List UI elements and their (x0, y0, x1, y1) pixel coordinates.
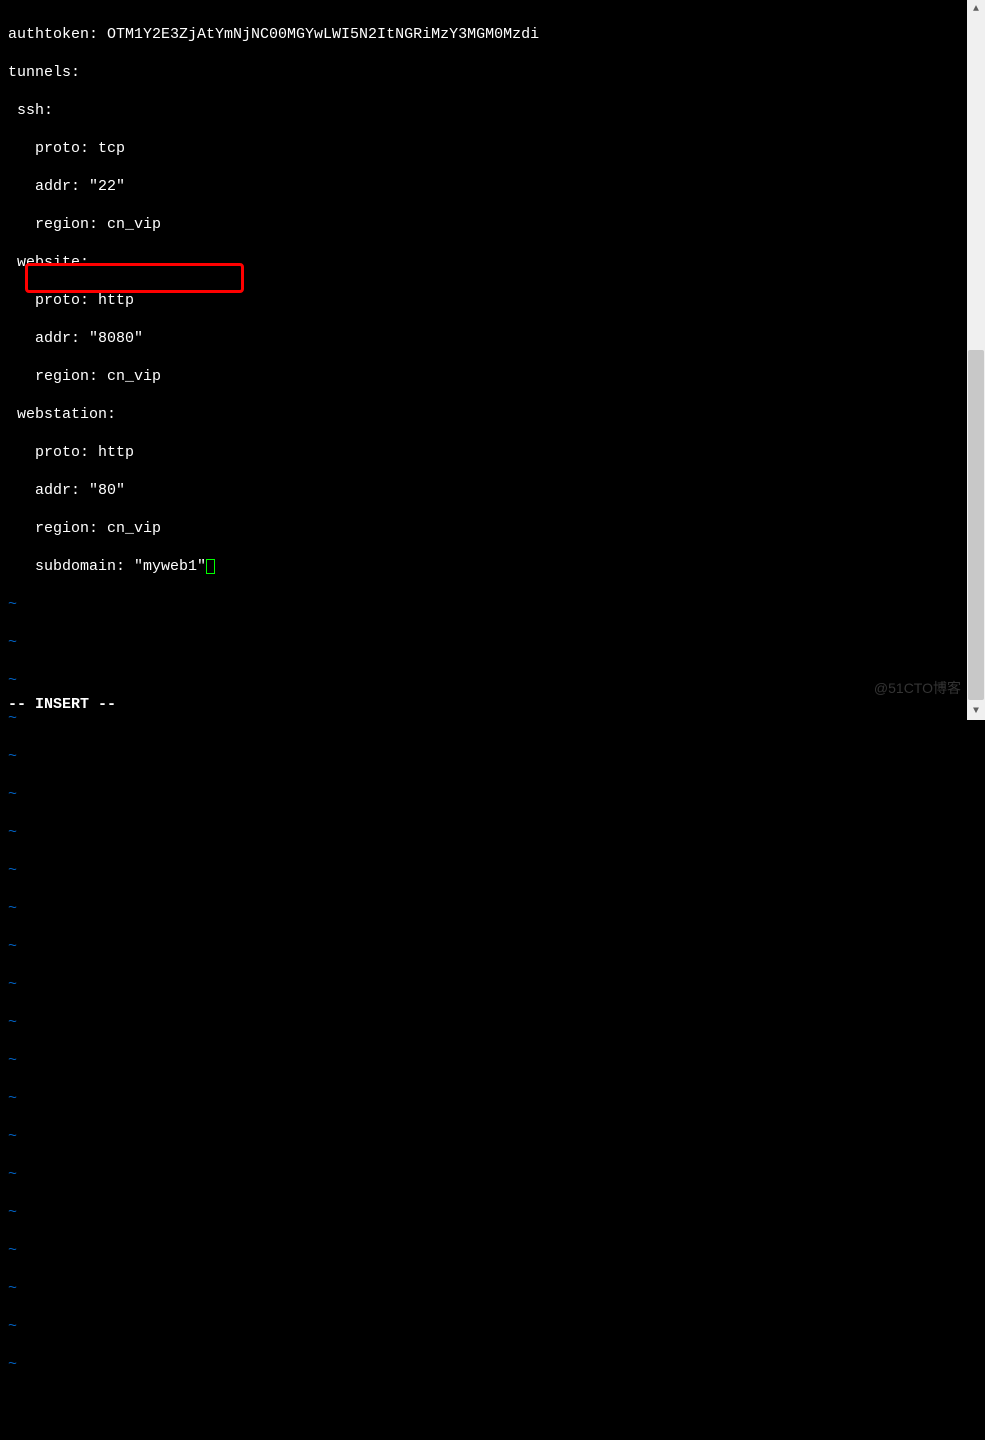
empty-line-tilde: ~ (8, 709, 959, 728)
config-line-webstation-proto: proto: http (8, 443, 959, 462)
empty-line-tilde: ~ (8, 595, 959, 614)
empty-line-tilde: ~ (8, 747, 959, 766)
config-line-webstation-region: region: cn_vip (8, 519, 959, 538)
config-line-website-proto: proto: http (8, 291, 959, 310)
scroll-down-arrow[interactable]: ▼ (967, 702, 985, 720)
config-line-ssh-addr: addr: "22" (8, 177, 959, 196)
vim-mode-status: -- INSERT -- (8, 695, 116, 714)
empty-line-tilde: ~ (8, 1165, 959, 1184)
watermark-text: @51CTO博客 (874, 678, 961, 698)
empty-line-tilde: ~ (8, 937, 959, 956)
empty-line-tilde: ~ (8, 1203, 959, 1222)
config-line-webstation: webstation: (8, 405, 959, 424)
config-line-ssh: ssh: (8, 101, 959, 120)
config-line-website: website: (8, 253, 959, 272)
scroll-up-arrow[interactable]: ▲ (967, 0, 985, 18)
terminal-editor[interactable]: authtoken: OTM1Y2E3ZjAtYmNjNC00MGYwLWI5N… (0, 0, 967, 720)
empty-line-tilde: ~ (8, 1355, 959, 1374)
empty-line-tilde: ~ (8, 823, 959, 842)
empty-line-tilde: ~ (8, 785, 959, 804)
empty-line-tilde: ~ (8, 1241, 959, 1260)
empty-line-tilde: ~ (8, 1051, 959, 1070)
config-line-tunnels: tunnels: (8, 63, 959, 82)
empty-line-tilde: ~ (8, 899, 959, 918)
config-line-webstation-addr: addr: "80" (8, 481, 959, 500)
empty-line-tilde: ~ (8, 975, 959, 994)
config-line-webstation-subdomain: subdomain: "myweb1" (8, 557, 959, 576)
empty-line-tilde: ~ (8, 861, 959, 880)
config-line-ssh-region: region: cn_vip (8, 215, 959, 234)
config-line-ssh-proto: proto: tcp (8, 139, 959, 158)
empty-line-tilde: ~ (8, 1013, 959, 1032)
empty-line-tilde: ~ (8, 1127, 959, 1146)
empty-line-tilde: ~ (8, 671, 959, 690)
cursor-icon (206, 559, 215, 574)
config-line-authtoken: authtoken: OTM1Y2E3ZjAtYmNjNC00MGYwLWI5N… (8, 25, 959, 44)
scrollbar-track[interactable]: ▲ ▼ (967, 0, 985, 720)
empty-line-tilde: ~ (8, 633, 959, 652)
scrollbar-thumb[interactable] (968, 350, 984, 700)
config-line-website-addr: addr: "8080" (8, 329, 959, 348)
empty-line-tilde: ~ (8, 1317, 959, 1336)
empty-line-tilde: ~ (8, 1279, 959, 1298)
empty-line-tilde: ~ (8, 1089, 959, 1108)
config-line-website-region: region: cn_vip (8, 367, 959, 386)
